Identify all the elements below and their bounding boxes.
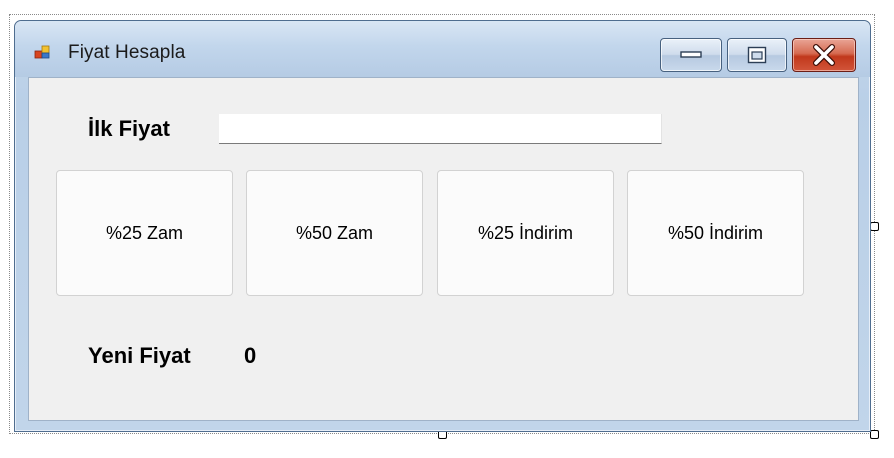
close-icon	[813, 44, 835, 66]
minimize-button[interactable]	[660, 38, 722, 72]
discount-25-button[interactable]: %25 İndirim	[437, 170, 614, 296]
form-app-icon	[34, 44, 50, 60]
new-price-value: 0	[244, 343, 257, 368]
window-title: Fiyat Hesapla	[68, 42, 186, 63]
title-bar[interactable]: Fiyat Hesapla	[15, 21, 870, 77]
increase-50-button[interactable]: %50 Zam	[246, 170, 423, 296]
initial-price-label: İlk Fiyat	[88, 116, 170, 141]
resize-handle-corner[interactable]	[870, 430, 879, 439]
initial-price-input[interactable]	[219, 114, 662, 144]
maximize-icon	[747, 46, 767, 64]
new-price-label: Yeni Fiyat	[88, 343, 191, 368]
maximize-button[interactable]	[727, 38, 787, 72]
increase-25-button[interactable]: %25 Zam	[56, 170, 233, 296]
discount-50-button[interactable]: %50 İndirim	[627, 170, 804, 296]
minimize-icon	[680, 51, 702, 58]
form-client-area: İlk Fiyat %25 Zam %50 Zam %25 İndirim %5…	[28, 77, 859, 421]
form-window: Fiyat Hesapla İlk Fiyat %25 Zam %50 Zam …	[14, 20, 871, 432]
close-button[interactable]	[792, 38, 856, 72]
resize-handle-right[interactable]	[870, 222, 879, 231]
